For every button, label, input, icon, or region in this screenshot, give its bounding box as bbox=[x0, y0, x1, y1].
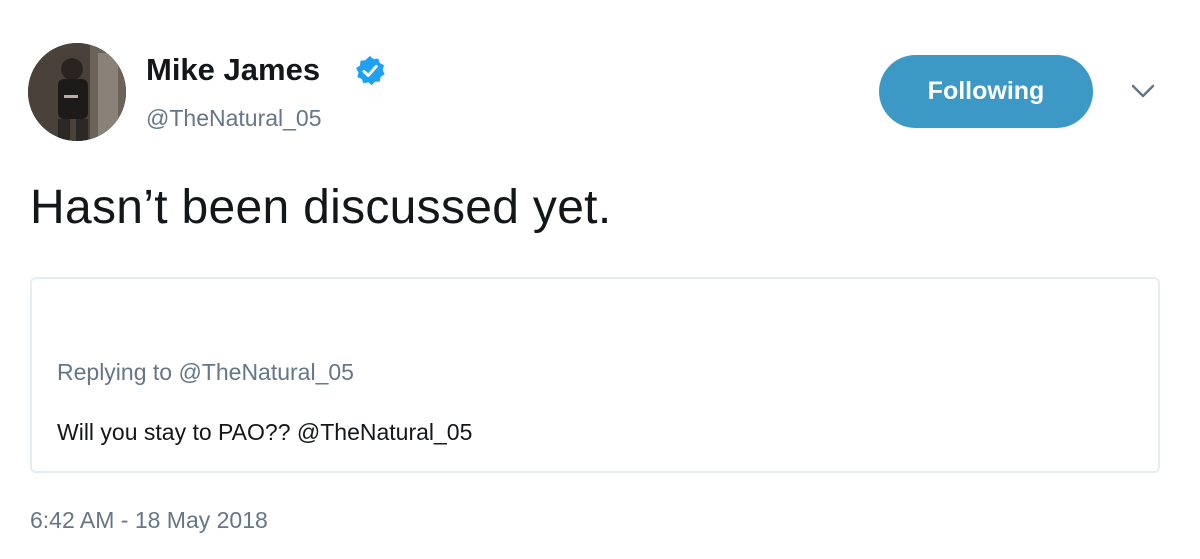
handle[interactable]: @TheNatural_05 bbox=[146, 103, 322, 133]
replying-to-label: Replying to @TheNatural_05 bbox=[57, 359, 354, 385]
timestamp[interactable]: 6:42 AM - 18 May 2018 bbox=[30, 505, 268, 535]
display-name[interactable]: Mike James bbox=[146, 50, 320, 90]
avatar[interactable] bbox=[28, 43, 126, 141]
verified-badge-icon bbox=[356, 56, 385, 86]
quoted-tweet-text: Will you stay to PAO?? @TheNatural_05 bbox=[57, 419, 473, 445]
chevron-down-icon[interactable] bbox=[1128, 80, 1158, 102]
tweet-text: Hasn’t been discussed yet. bbox=[30, 181, 612, 234]
quoted-tweet-card[interactable]: Replying to @TheNatural_05 Will you stay… bbox=[30, 277, 1160, 473]
following-button[interactable]: Following bbox=[879, 55, 1093, 128]
